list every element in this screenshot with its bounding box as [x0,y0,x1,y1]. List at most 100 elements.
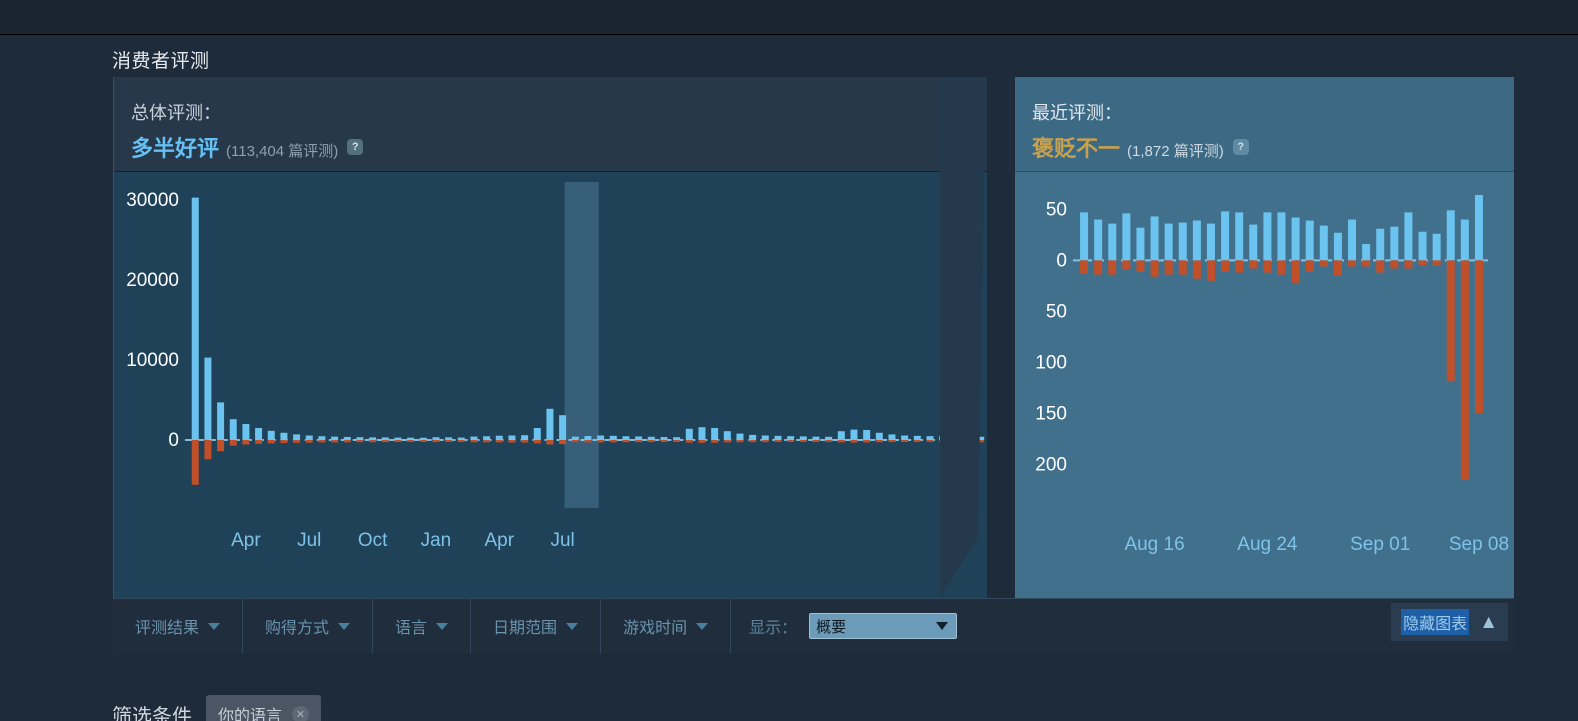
bar-positive [1390,226,1399,261]
bar-negative [913,440,921,442]
bar-negative [1178,260,1187,275]
chevron-down-icon [936,622,949,630]
bar-positive [1263,212,1272,261]
filter-language[interactable]: 语言 [373,599,472,653]
applied-filters-row: 筛选条件 你的语言 ✕ [112,695,322,721]
bar-positive [635,436,643,440]
bar-positive [647,436,655,440]
overall-reviews-panel: 总体评测： 多半好评 (113,404 篇评测) ? 30000 20000 100… [113,77,987,598]
hide-graph-button[interactable]: 隐藏图表 ▲ [1391,603,1508,641]
bar-negative [1249,260,1258,269]
filter-review-type-label: 评测结果 [135,620,200,637]
chevron-down-icon [338,622,351,630]
overall-reviews-chart[interactable]: 30000 20000 10000 0 Apr Jul Oct Jan Apr Jul [114,172,987,598]
bar-positive [685,428,693,440]
bar-negative [318,440,326,443]
filter-date-range[interactable]: 日期范围 [471,599,602,653]
bar-positive [1305,220,1314,261]
y-axis-tick-label: 20000 [126,270,179,291]
x-axis-tick-label: Jul [297,530,321,551]
bar-negative [926,440,934,442]
bar-negative [508,440,516,443]
bar-negative [381,440,389,443]
recent-reviews-chart[interactable]: 50 0 50 100 150 200 Aug 16 Aug 24 Sep 01 Sep 08 [1015,172,1514,598]
bar-negative [698,440,706,443]
y-axis-tick-label: 50 [1046,301,1067,322]
bar-negative [863,440,871,443]
bar-positive [926,436,934,440]
bar-positive [1348,219,1357,261]
bar-positive [521,435,529,440]
help-icon[interactable]: ? [1232,139,1249,155]
chevron-down-icon [436,622,449,630]
bar-negative [850,440,858,443]
filter-review-type[interactable]: 评测结果 [113,599,244,653]
filter-date-range-label: 日期范围 [493,620,558,637]
filter-playtime[interactable]: 游戏时间 [601,599,732,653]
bar-negative [1474,260,1483,414]
bar-positive [584,436,592,440]
y-axis-tick-label: 0 [1056,250,1067,271]
bar-negative [521,440,529,443]
bar-negative [394,440,402,442]
filter-purchase-type[interactable]: 购得方式 [243,599,374,653]
bar-negative [369,440,377,443]
bar-positive [407,437,415,440]
bar-positive [483,436,491,440]
y-axis-tick-label: 200 [1035,454,1067,475]
bar-positive [204,357,212,440]
bar-positive [1446,210,1455,261]
bar-negative [470,440,478,443]
bar-positive [749,434,757,440]
bar-negative [267,440,275,444]
bar-positive [331,436,339,440]
bar-positive [1108,223,1117,261]
chevron-double-up-icon: ▲ [1479,611,1498,633]
review-filter-bar: 评测结果 购得方式 语言 日期范围 游戏时间 显示： 概要 隐藏图表 ▲ [113,598,1514,653]
bar-positive [837,431,845,440]
bar-positive [445,437,453,440]
bar-negative [622,440,630,443]
y-axis-tick-label: 30000 [126,190,179,211]
bar-positive [723,431,731,440]
bar-negative [837,440,845,443]
bar-negative [1108,260,1117,275]
help-icon[interactable]: ? [347,139,364,155]
bar-positive [432,437,440,440]
bar-positive [318,436,326,440]
bar-negative [483,440,491,443]
bar-positive [964,436,972,440]
bar-negative [255,440,263,444]
x-axis-tick-label: Sep 08 [1449,534,1509,555]
bar-positive [951,436,959,440]
bar-positive [1206,223,1215,261]
close-icon[interactable]: ✕ [292,705,310,721]
bar-negative [951,440,959,442]
bar-negative [1291,260,1300,283]
bar-positive [229,419,237,440]
chart-selection-region [564,182,599,508]
recent-chart-svg[interactable]: 50 0 50 100 150 200 Aug 16 Aug 24 Sep 01 Sep 08 [1015,172,1514,598]
bar-negative [812,440,820,442]
bar-negative [445,440,453,443]
overall-label: 总体评测： [131,103,221,123]
recent-reviews-header: 最近评测： 褒贬不一 (1,872 篇评测) ? [1015,77,1514,172]
bar-positive [255,428,263,440]
bar-negative [774,440,782,443]
filter-chip-your-language[interactable]: 你的语言 ✕ [206,695,322,721]
y-axis-tick-label: 150 [1035,403,1067,424]
bar-negative [407,440,415,442]
bar-negative [204,440,212,460]
bar-negative [533,440,541,444]
bar-positive [799,436,807,440]
bar-positive [673,437,681,440]
bar-positive [217,402,225,440]
bar-negative [597,440,605,443]
bar-negative [1305,260,1314,272]
bar-negative [964,440,972,442]
bar-negative [1432,260,1441,266]
overall-chart-svg[interactable]: 30000 20000 10000 0 Apr Jul Oct Jan Apr Jul [114,172,987,598]
bar-positive [508,435,516,440]
display-mode-select[interactable]: 概要 [809,613,958,639]
bar-positive [394,437,402,440]
